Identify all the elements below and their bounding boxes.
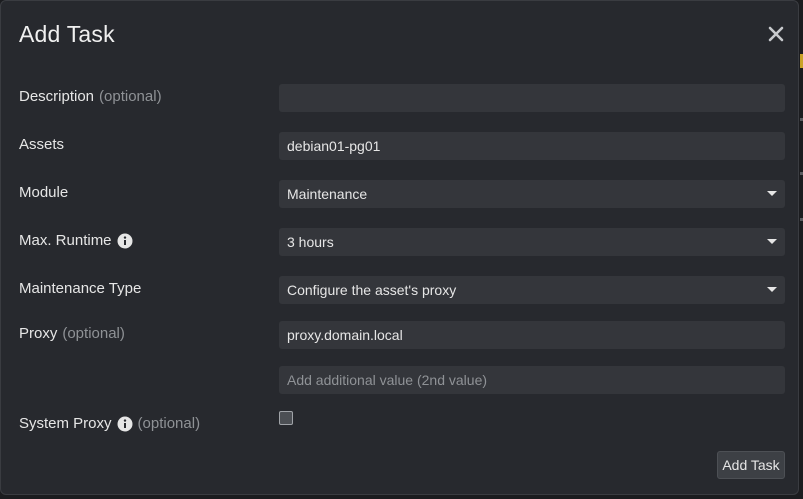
maintenance-type-select-value: Configure the asset's proxy [287,282,457,298]
description-label: Description (optional) [19,88,162,105]
chevron-down-icon [767,287,777,293]
maintenance-type-select[interactable]: Configure the asset's proxy [279,276,785,304]
max-runtime-label-text: Max. Runtime [19,232,112,249]
description-input[interactable] [279,84,785,112]
module-select[interactable]: Maintenance [279,180,785,208]
chevron-down-icon [767,191,777,197]
proxy-label: Proxy (optional) [19,325,125,342]
assets-label: Assets [19,136,64,153]
module-label: Module [19,184,68,201]
info-icon[interactable] [117,416,133,432]
system-proxy-checkbox[interactable] [279,411,293,425]
close-icon[interactable] [765,23,787,45]
maintenance-type-label-text: Maintenance Type [19,280,142,297]
add-task-dialog: Add Task Description (optional) Assets M… [0,0,799,495]
max-runtime-label: Max. Runtime [19,232,133,249]
description-label-text: Description [19,88,95,105]
system-proxy-label: System Proxy (optional) [19,415,200,432]
optional-hint: (optional) [62,325,125,342]
optional-hint: (optional) [137,415,201,432]
module-label-text: Module [19,184,69,201]
optional-hint: (optional) [99,88,162,105]
proxy-label-text: Proxy [19,325,58,342]
dialog-title: Add Task [19,21,115,47]
maintenance-type-label: Maintenance Type [19,280,141,297]
module-select-value: Maintenance [287,186,368,202]
proxy-additional-input[interactable] [279,366,785,394]
info-icon[interactable] [117,233,133,249]
max-runtime-select-value: 3 hours [287,234,334,250]
proxy-input[interactable] [279,321,785,349]
add-task-button[interactable]: Add Task [717,451,785,479]
assets-label-text: Assets [19,136,65,153]
max-runtime-select[interactable]: 3 hours [279,228,785,256]
chevron-down-icon [767,239,777,245]
system-proxy-label-text: System Proxy [19,415,112,432]
assets-input[interactable] [279,132,785,160]
